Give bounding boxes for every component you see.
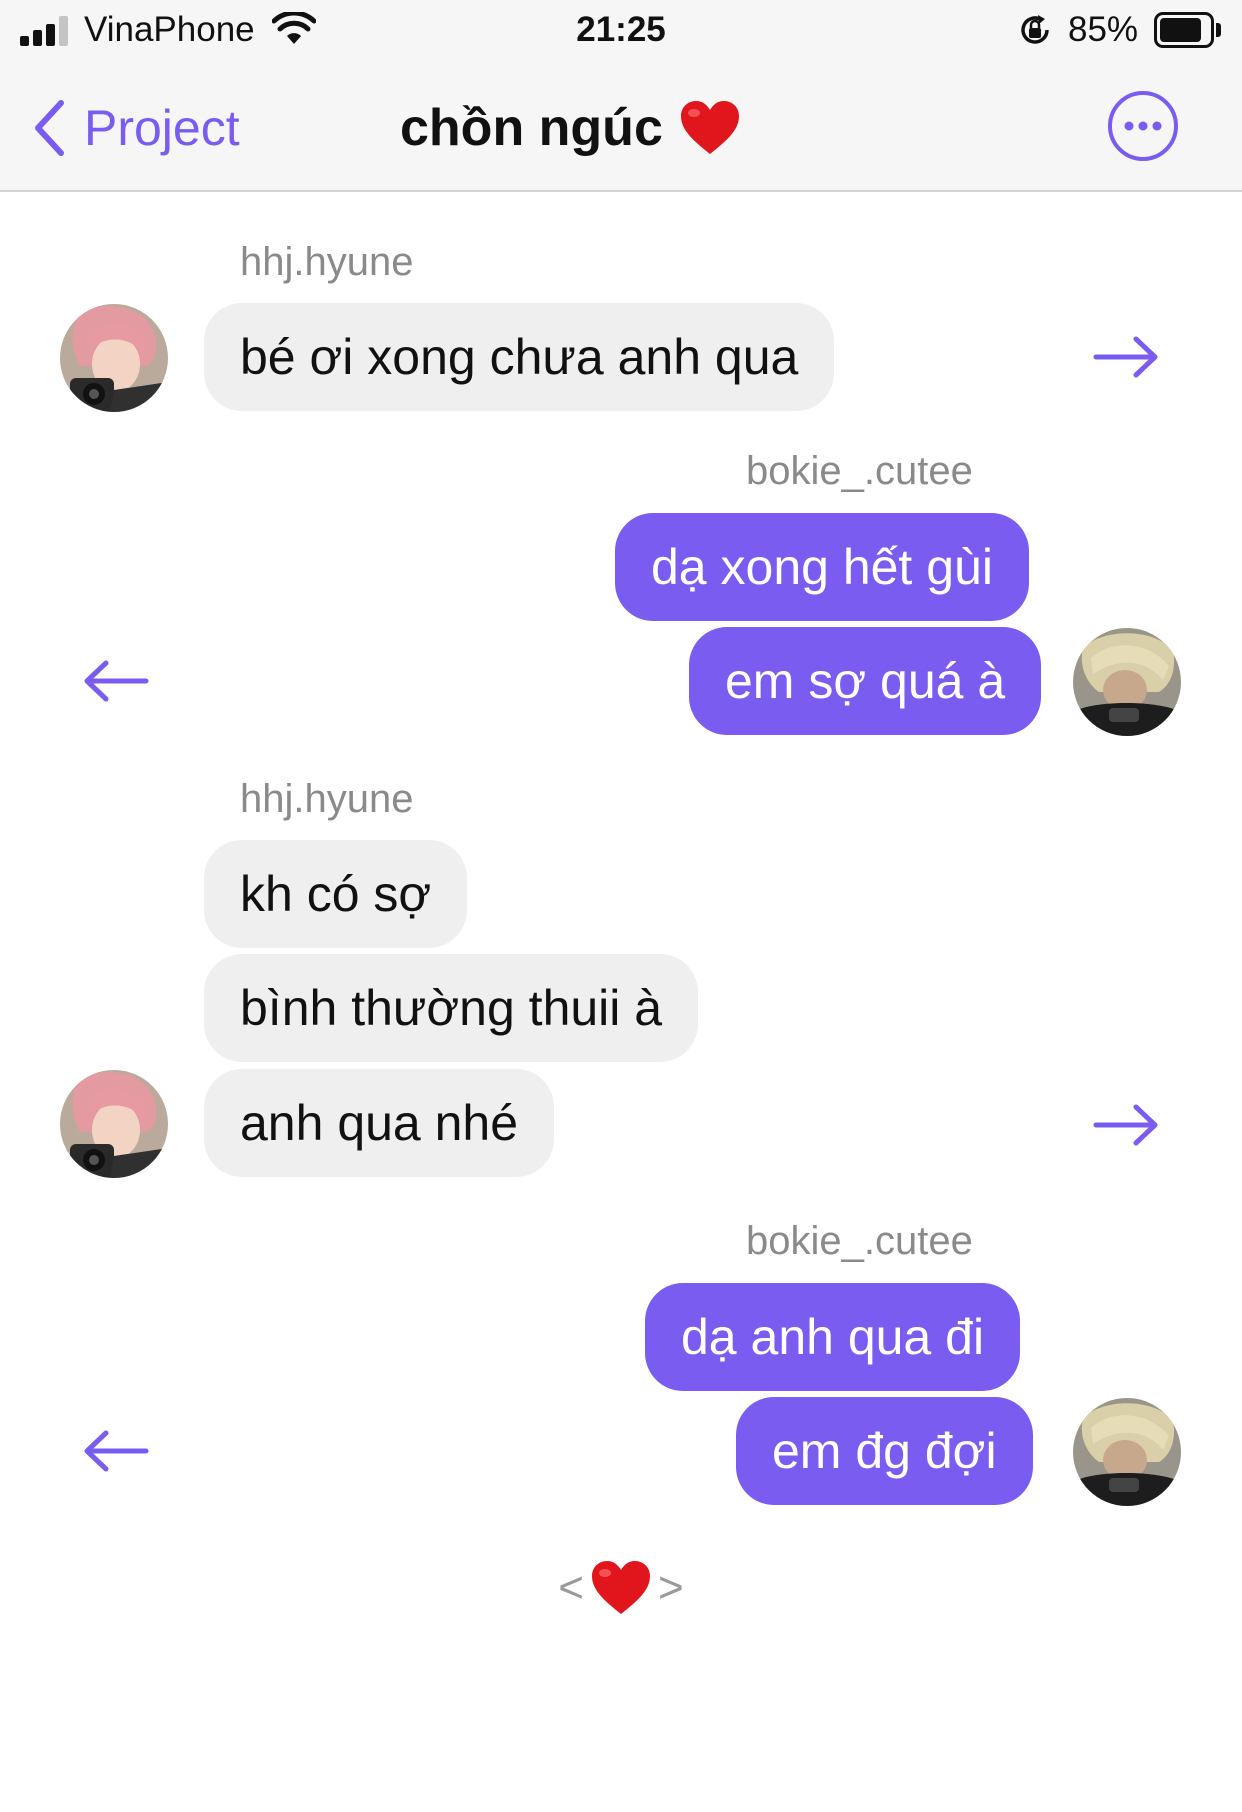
rotation-lock-icon	[1021, 15, 1049, 44]
battery-percent: 85%	[1068, 10, 1139, 49]
message-bubble-outgoing[interactable]: dạ xong hết gùi	[615, 513, 1029, 621]
chat-screen: VinaPhone 21:25 85% Project chồn ngúc hh…	[0, 0, 1242, 1812]
avatar-bokie-cutee[interactable]	[1073, 1398, 1181, 1506]
heart-icon	[680, 101, 739, 154]
chevron-left-icon	[35, 100, 64, 156]
navigation-bar: Project chồn ngúc	[0, 64, 1242, 192]
arrow-right-icon[interactable]	[1092, 1100, 1162, 1150]
battery-icon	[1154, 12, 1221, 48]
back-button[interactable]: Project	[32, 90, 240, 166]
message-bubble-incoming[interactable]: bé ơi xong chưa anh qua	[204, 303, 835, 411]
sender-name: hhj.hyune	[240, 240, 414, 284]
avatar-hhj-hyune[interactable]	[60, 304, 168, 412]
page-navigator: < >	[0, 1548, 1242, 1628]
avatar-bokie-cutee[interactable]	[1073, 628, 1181, 736]
message-bubble-incoming[interactable]: bình thường thuii à	[204, 954, 699, 1062]
arrow-left-icon[interactable]	[80, 656, 150, 706]
arrow-right-icon[interactable]	[1092, 332, 1162, 382]
avatar-hhj-hyune[interactable]	[60, 1070, 168, 1178]
message-bubble-incoming[interactable]: kh có sợ	[204, 840, 468, 948]
sender-name: bokie_.cutee	[746, 1219, 973, 1263]
more-options-button[interactable]	[1107, 90, 1179, 162]
chat-title-text: chồn ngúc	[400, 99, 663, 157]
message-bubble-outgoing[interactable]: em đg đợi	[736, 1397, 1033, 1505]
sender-name: hhj.hyune	[240, 777, 414, 821]
status-time: 21:25	[576, 10, 666, 49]
message-bubble-outgoing[interactable]: em sợ quá à	[689, 627, 1042, 735]
message-bubble-incoming[interactable]: anh qua nhé	[204, 1069, 555, 1177]
next-page-button[interactable]: >	[658, 1563, 684, 1613]
status-bar: VinaPhone 21:25 85%	[0, 0, 1242, 64]
heart-icon	[592, 1561, 650, 1614]
chat-title: chồn ngúc	[400, 92, 741, 164]
sender-name: bokie_.cutee	[746, 449, 973, 493]
message-bubble-outgoing[interactable]: dạ anh qua đi	[645, 1283, 1021, 1391]
arrow-left-icon[interactable]	[80, 1426, 150, 1476]
prev-page-button[interactable]: <	[558, 1563, 584, 1613]
back-label: Project	[84, 100, 240, 156]
